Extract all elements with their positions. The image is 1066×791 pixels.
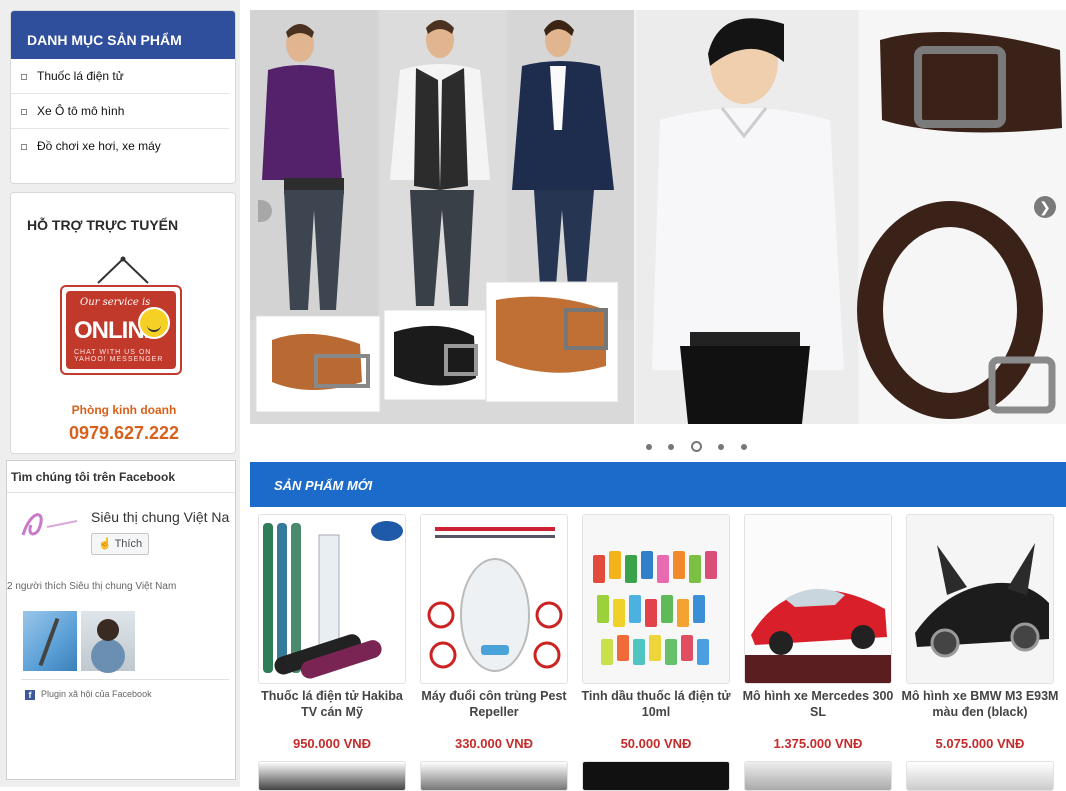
product-name[interactable]: Tinh dầu thuốc lá điện tử 10ml [576, 688, 736, 720]
facebook-plugin-label[interactable]: f Plugin xã hội của Facebook [25, 689, 152, 700]
avatar[interactable] [23, 611, 77, 671]
new-products-header: SẢN PHẨM MỚI [250, 462, 1066, 507]
category-label: Xe Ô tô mô hình [37, 104, 125, 118]
product-card[interactable] [258, 514, 406, 684]
product-card[interactable] [744, 514, 892, 684]
page-logo-icon [21, 513, 78, 536]
product-card[interactable] [582, 514, 730, 684]
slide-dot[interactable] [740, 443, 747, 450]
like-count-text: 2 người thích Siêu thị chung Việt Nam [7, 581, 177, 592]
facebook-page-name[interactable]: Siêu thị chung Việt Na [91, 509, 229, 525]
product-price: 5.075.000 VNĐ [935, 736, 1025, 751]
product-image [583, 515, 729, 683]
product-price: 950.000 VNĐ [292, 736, 372, 751]
facebook-widget: Tìm chúng tôi trên Facebook Siêu thị chu… [6, 460, 236, 780]
department-label: Phòng kinh doanh [71, 403, 177, 417]
chevron-right-icon: ❯ [1039, 199, 1051, 215]
thumbs-up-icon: ☝ [98, 538, 112, 550]
slide-dot[interactable] [646, 443, 652, 450]
product-image [907, 515, 1053, 683]
banner-slider[interactable]: ❯ [250, 10, 1066, 424]
category-item[interactable]: Xe Ô tô mô hình [11, 94, 229, 129]
online-support-box: HỖ TRỢ TRỰC TUYẾN Our service is ONLINE … [10, 192, 236, 454]
product-image [263, 521, 403, 679]
product-name[interactable]: Thuốc lá điện tử Hakiba TV cán Mỹ [252, 688, 412, 720]
facebook-widget-title: Tìm chúng tôi trên Facebook [7, 461, 235, 493]
like-label: Thích [114, 538, 143, 550]
product-price: 50.000 VNĐ [620, 736, 692, 751]
product-card[interactable] [906, 514, 1054, 684]
square-bullet-icon [21, 143, 27, 150]
category-header: DANH MỤC SẢN PHẨM [11, 11, 235, 59]
next-slide-button[interactable]: ❯ [1034, 196, 1056, 218]
product-card[interactable] [420, 514, 568, 684]
sign-script: Our service is [80, 297, 151, 308]
smiley-icon [138, 307, 170, 339]
avatar[interactable] [81, 611, 135, 671]
product-name[interactable]: Mô hình xe BMW M3 E93M màu đen (black) [900, 688, 1060, 720]
product-name[interactable]: Mô hình xe Mercedes 300 SL [738, 688, 898, 720]
square-bullet-icon [21, 73, 27, 80]
category-box: DANH MỤC SẢN PHẨM Thuốc lá điện tử Xe Ô … [10, 10, 236, 184]
support-title: HỖ TRỢ TRỰC TUYẾN [27, 217, 179, 233]
online-sign[interactable]: Our service is ONLINE CHAT WITH US ON YA… [60, 285, 182, 375]
square-bullet-icon [21, 108, 27, 115]
sign-subtext: CHAT WITH US ON YAHOO! MESSENGER [74, 349, 164, 363]
banner-image [250, 10, 1066, 424]
category-label: Đồ chơi xe hơi, xe máy [37, 139, 161, 153]
category-label: Thuốc lá điện tử [37, 69, 124, 83]
slide-dot-active[interactable] [690, 441, 702, 453]
hotline-number[interactable]: 0979.627.222 [11, 423, 237, 444]
product-price: 1.375.000 VNĐ [773, 736, 863, 751]
product-image [745, 515, 891, 683]
facebook-like-button[interactable]: ☝ Thích [91, 533, 149, 555]
product-name[interactable]: Máy đuổi côn trùng Pest Repeller [414, 688, 574, 720]
new-products-title: SẢN PHẨM MỚI [274, 478, 373, 493]
page-logo[interactable] [17, 505, 83, 541]
category-item[interactable]: Thuốc lá điện tử [11, 59, 229, 94]
slider-pagination [640, 438, 753, 453]
slide-dot[interactable] [718, 443, 725, 450]
product-price: 330.000 VNĐ [454, 736, 534, 751]
slide-dot[interactable] [668, 443, 675, 450]
sidebar: DANH MỤC SẢN PHẨM Thuốc lá điện tử Xe Ô … [0, 0, 240, 787]
product-image [427, 523, 563, 672]
sign-hanger-icon [97, 256, 149, 284]
category-item[interactable]: Đồ chơi xe hơi, xe máy [11, 129, 229, 164]
facebook-icon: f [25, 689, 35, 700]
